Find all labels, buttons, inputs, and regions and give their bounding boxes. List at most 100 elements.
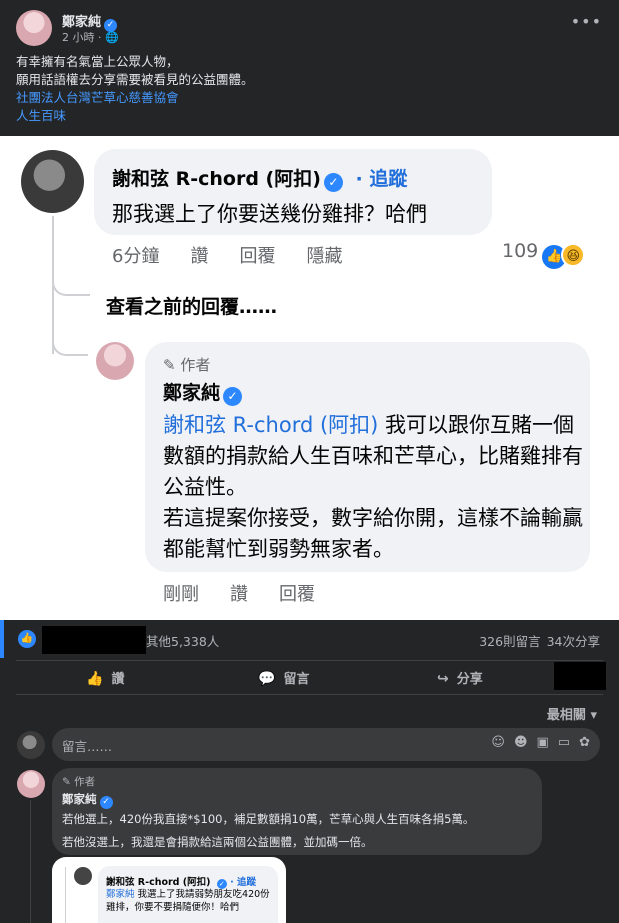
reply-reply: 回覆 xyxy=(279,584,315,605)
divider xyxy=(16,660,603,661)
divider xyxy=(16,694,603,695)
redacted-box xyxy=(42,626,146,654)
viewer-avatar[interactable] xyxy=(17,731,45,759)
post-body: 有幸擁有名氣當上公眾人物， 願用話語權去分享需要被看見的公益團體。 社團法人台灣… xyxy=(16,53,606,125)
author-badge-label: 作者 xyxy=(74,776,96,788)
camera-icon[interactable]: ▣ xyxy=(537,735,549,750)
share-button-label: 分享 xyxy=(456,672,483,687)
follow-link: 追蹤 xyxy=(369,168,408,190)
reply-mention: 謝和弦 R-chord (阿扣) xyxy=(163,413,379,437)
commenter-name: 謝和弦 R-chord (阿扣) xyxy=(112,168,321,190)
post-meta: 2 小時 · 🌐 xyxy=(62,31,119,44)
comment-button-label: 留言 xyxy=(283,672,310,687)
comment-bubble: 謝和弦 R-chord (阿扣) ✓ · 追蹤 那我選上了你要送幾份雞排？哈們 xyxy=(94,149,492,235)
share-icon: ↪ xyxy=(437,671,449,687)
commenter-avatar xyxy=(21,150,84,213)
like-reaction-icon[interactable]: 👍 xyxy=(18,630,36,648)
reply-actions: 剛剛 讚 回覆 xyxy=(163,580,346,606)
share-count[interactable]: 34次分享 xyxy=(547,634,600,649)
share-button[interactable]: ↪ 分享 xyxy=(437,668,483,687)
thread-curve xyxy=(52,326,88,356)
commenter-name-row: 謝和弦 R-chord (阿扣) ✓ · 追蹤 xyxy=(112,164,407,192)
comment-input-icons: ☺ ☻ ▣ ▭ ✿ xyxy=(482,735,590,750)
comment-reply: 回覆 xyxy=(239,246,276,267)
post-line-2: 願用話語權去分享需要被看見的公益團體。 xyxy=(16,72,254,87)
comment-like: 讚 xyxy=(190,246,209,267)
comment-count[interactable]: 326則留言 xyxy=(479,634,540,649)
poster-avatar[interactable] xyxy=(16,10,52,46)
follow-link-row: · 追蹤 xyxy=(230,877,257,888)
follow-link-row: · 追蹤 xyxy=(348,168,408,190)
comment-icon: 💬 xyxy=(258,671,276,687)
author-avatar[interactable] xyxy=(17,770,45,798)
post-stats: 👍 其他5,338人 326則留言 34次分享 xyxy=(0,620,619,658)
stats-right: 326則留言 34次分享 xyxy=(473,631,600,650)
reply-line-2: 若他沒選上，我還是會捐款給這兩個公益團體，並加碼一倍。 xyxy=(62,835,373,849)
verified-badge-icon: ✓ xyxy=(323,173,343,192)
reply-text-second: 若這提案你接受，數字給你開，這樣不論輸贏都能幫忙到弱勢無家者。 xyxy=(163,506,583,561)
reply-text: 謝和弦 R-chord (阿扣) 我可以跟你互賭一個數額的捐款給人生百味和芒草心… xyxy=(163,410,583,565)
author-badge-label: 作者 xyxy=(180,356,211,374)
pencil-icon: ✎ xyxy=(163,356,176,374)
author-badge: ✎ 作者 xyxy=(163,354,210,375)
thumbs-up-icon: 👍 xyxy=(86,671,104,687)
comment-image[interactable]: 謝和弦 R-chord (阿扣) ✓ · 追蹤 鄭家純 我選上了我請弱勢朋友吃4… xyxy=(52,857,286,923)
comment-bubble: 謝和弦 R-chord (阿扣) ✓ · 追蹤 鄭家純 我選上了我請弱勢朋友吃4… xyxy=(98,866,278,923)
reply-author-name: 鄭家純 xyxy=(163,382,221,404)
globe-icon: 🌐 xyxy=(105,31,119,44)
reply-author-name[interactable]: 鄭家純 xyxy=(62,792,97,806)
attached-text: 鄭家純 我選上了我請弱勢朋友吃420份雞排，你要不要捐隨便你！哈們 xyxy=(106,888,274,914)
reaction-summary: 109 👍 😆 xyxy=(502,240,586,269)
more-options-icon[interactable]: ••• xyxy=(571,12,602,31)
reaction-others[interactable]: 其他5,338人 xyxy=(146,631,219,650)
sticker-icon[interactable]: ✿ xyxy=(579,735,590,750)
post-link-org[interactable]: 社團法人台灣芒草心慈善協會 xyxy=(16,89,606,107)
avatar-sticker-icon[interactable]: ☺ xyxy=(491,735,505,750)
comment-actions: 6分鐘 讚 回覆 隱藏 xyxy=(112,242,373,268)
comment-bubble: ✎ 作者 鄭家純 ✓ 若他選上，420份我直接*$100，補足數額捐10萬，芒草心… xyxy=(52,768,542,855)
emoji-icon[interactable]: ☻ xyxy=(514,735,528,750)
thread-line xyxy=(65,867,66,923)
verified-badge-icon: ✓ xyxy=(223,387,243,406)
pencil-icon: ✎ xyxy=(62,776,71,788)
like-button[interactable]: 👍 讚 xyxy=(86,668,124,687)
post-link-rensheng[interactable]: 人生百味 xyxy=(16,107,606,125)
comment-text: 那我選上了你要送幾份雞排？哈們 xyxy=(112,202,427,226)
post-time[interactable]: 2 小時 xyxy=(62,31,95,44)
commenter-avatar xyxy=(74,867,92,885)
comment-button[interactable]: 💬 留言 xyxy=(258,668,309,687)
reply-name-row: 鄭家純 ✓ xyxy=(62,791,113,809)
view-previous-replies: 查看之前的回覆…… xyxy=(106,296,278,318)
reply-bubble: ✎ 作者 鄭家純 ✓ 謝和弦 R-chord (阿扣) 我可以跟你互賭一個數額的捐… xyxy=(145,342,590,572)
post-line-1: 有幸擁有名氣當上公眾人物， xyxy=(16,54,179,69)
reply-line-1: 若他選上，420份我直接*$100，補足數額捐10萬，芒草心與人生百味各捐5萬。 xyxy=(62,812,475,826)
reply-name-row: 鄭家純 ✓ xyxy=(163,378,243,406)
focus-indicator xyxy=(0,620,4,658)
author-badge: ✎ 作者 xyxy=(62,774,95,789)
comment-time: 6分鐘 xyxy=(112,246,160,267)
post-image[interactable]: 謝和弦 R-chord (阿扣) ✓ · 追蹤 那我選上了你要送幾份雞排？哈們 6… xyxy=(0,136,619,620)
haha-reaction-icon: 😆 xyxy=(561,243,586,267)
reply-time: 剛剛 xyxy=(163,584,199,605)
thread-curve xyxy=(52,266,90,296)
caret-down-icon: ▾ xyxy=(590,708,597,723)
like-button-label: 讚 xyxy=(111,672,125,687)
follow-link: 追蹤 xyxy=(237,877,257,888)
poster-name[interactable]: 鄭家純 xyxy=(62,15,101,30)
post-card: 鄭家純 ✓ 2 小時 · 🌐 ••• 有幸擁有名氣當上公眾人物， 願用話語權去分享… xyxy=(0,0,619,923)
reply-text: 若他選上，420份我直接*$100，補足數額捐10萬，芒草心與人生百味各捐5萬。… xyxy=(62,808,537,854)
post-actions: 👍 讚 💬 留言 ↪ 分享 xyxy=(0,662,619,692)
sort-label: 最相關 xyxy=(546,708,586,723)
attached-name-row: 謝和弦 R-chord (阿扣) ✓ · 追蹤 xyxy=(106,874,256,889)
attached-commenter-name: 謝和弦 R-chord (阿扣) xyxy=(106,877,211,888)
gif-icon[interactable]: ▭ xyxy=(558,735,570,750)
thread-line xyxy=(30,800,31,923)
reaction-count: 109 xyxy=(502,240,539,262)
comment-placeholder: 留言…… xyxy=(62,739,113,754)
comment-sort-dropdown[interactable]: 最相關 ▾ xyxy=(547,704,597,723)
redacted-box xyxy=(554,662,606,690)
comment-input[interactable]: 留言…… ☺ ☻ ▣ ▭ ✿ xyxy=(52,728,600,761)
author-avatar xyxy=(96,342,134,380)
comment-hide: 隱藏 xyxy=(306,246,343,267)
reply-like: 讚 xyxy=(230,584,248,605)
